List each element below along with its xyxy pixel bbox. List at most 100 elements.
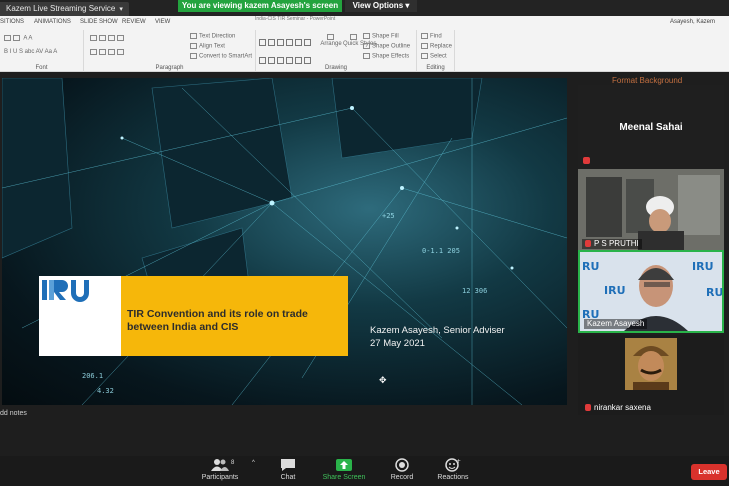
find-label: Find — [430, 33, 442, 40]
meeting-top-bar: Kazem Live Streaming Service ▾ You are vi… — [0, 0, 729, 16]
view-options-label: View Options — [352, 1, 404, 10]
svg-text:RU: RU — [706, 286, 722, 299]
iru-logo — [42, 280, 89, 302]
replace-label: Replace — [430, 43, 453, 50]
meeting-toolbar: Participants 8 ^ Chat Share Screen Recor… — [0, 456, 729, 486]
convert-smartart-button[interactable]: Convert to SmartArt — [190, 53, 252, 60]
ribbon-tab-review[interactable]: REVIEW — [122, 19, 146, 25]
share-screen-button[interactable]: Share Screen — [314, 458, 374, 481]
leave-button[interactable]: Leave — [691, 464, 727, 480]
participants-button[interactable]: Participants — [190, 458, 250, 481]
shapes-gallery[interactable] — [258, 34, 318, 82]
svg-text:4.32: 4.32 — [97, 387, 114, 395]
window-tab[interactable]: Kazem Live Streaming Service ▾ — [0, 2, 129, 16]
reactions-button[interactable]: + Reactions — [423, 458, 483, 481]
chevron-up-icon[interactable]: ^ — [252, 460, 255, 466]
shared-screen-area: Format Background 0-1.1 205 12 306 206.1… — [0, 72, 729, 456]
font-style-buttons[interactable]: B I U S abc AV Aa A — [4, 49, 57, 55]
participants-label: Participants — [201, 474, 239, 481]
ribbon-tab-slideshow[interactable]: SLIDE SHOW — [80, 19, 118, 25]
view-options-button[interactable]: View Options ▾ — [345, 0, 417, 12]
participant-name: P S PRUTHI — [594, 239, 639, 248]
participant-label: nirankar saxena — [582, 403, 654, 413]
svg-text:+25: +25 — [382, 212, 395, 220]
participant-label: Kazem Asayesh — [584, 319, 648, 329]
svg-text:IRU: IRU — [604, 284, 626, 297]
text-direction-button[interactable]: Text Direction — [190, 33, 235, 40]
font-size-box[interactable]: A A — [4, 35, 32, 42]
ribbon-group-font-label: Font — [35, 65, 48, 71]
presenter-info: Kazem Asayesh, Senior Adviser 27 May 202… — [370, 324, 505, 350]
svg-text:+: + — [456, 458, 461, 465]
participant-name: nirankar saxena — [594, 403, 651, 412]
muted-mic-icon — [583, 157, 590, 164]
iru-logo-box — [39, 276, 121, 356]
participant-count: 8 — [231, 460, 235, 466]
ribbon-group-editing: Find Replace Select Editing — [417, 30, 455, 72]
participants-icon — [190, 458, 250, 472]
align-text-label: Align Text — [199, 43, 225, 50]
ribbon-tab-animations[interactable]: ANIMATIONS — [34, 19, 71, 25]
share-screen-icon — [314, 458, 374, 472]
ribbon-group-editing-label: Editing — [426, 65, 445, 71]
ribbon-user-name: Asayesh, Kazem — [669, 19, 715, 25]
reactions-label: Reactions — [437, 474, 469, 481]
ribbon-group-paragraph-label: Paragraph — [155, 65, 184, 71]
presentation-slide: 0-1.1 205 12 306 206.1 4.32 +25 TIR Conv… — [2, 78, 567, 405]
arrange-label: Arrange — [320, 40, 342, 47]
arrange-button[interactable]: Arrange — [320, 34, 342, 47]
svg-text:RU: RU — [582, 260, 599, 273]
chat-icon — [258, 458, 318, 472]
chat-button[interactable]: Chat — [258, 458, 318, 481]
slide-title-box: TIR Convention and its role on trade bet… — [121, 276, 348, 356]
svg-text:206.1: 206.1 — [82, 372, 103, 380]
ribbon-group-paragraph: Text Direction Align Text Convert to Sma… — [84, 30, 256, 72]
ribbon-group-font: A A B I U S abc AV Aa A Font — [0, 30, 84, 72]
find-button[interactable]: Find — [421, 33, 442, 40]
quick-styles-button[interactable]: Quick Styles — [343, 34, 376, 47]
participant-tile[interactable]: P S PRUTHI — [578, 169, 724, 251]
participant-tile[interactable]: nirankar saxena — [578, 335, 724, 415]
presenter-name: Kazem Asayesh, Senior Adviser — [370, 325, 505, 336]
muted-mic-icon — [585, 404, 591, 411]
participant-avatar — [625, 338, 677, 390]
participant-name: Meenal Sahai — [619, 122, 683, 133]
shape-outline-button[interactable]: Shape Outline — [363, 43, 410, 50]
reactions-icon: + — [423, 458, 483, 472]
muted-mic-icon — [585, 240, 591, 247]
participant-tile[interactable]: Meenal Sahai — [578, 85, 724, 167]
mouse-cursor-icon: ✥ — [379, 375, 387, 385]
select-label: Select — [430, 53, 447, 60]
presentation-date: 27 May 2021 — [370, 338, 425, 349]
svg-text:0-1.1 205: 0-1.1 205 — [422, 247, 460, 255]
svg-text:12 306: 12 306 — [462, 287, 487, 295]
ribbon-tab-view[interactable]: VIEW — [155, 19, 170, 25]
chevron-down-icon[interactable]: ▾ — [119, 6, 123, 13]
slide-title-line2: between India and CIS — [127, 321, 239, 333]
share-screen-label: Share Screen — [322, 474, 366, 481]
window-tab-label: Kazem Live Streaming Service — [6, 4, 116, 13]
slide-title-line1: TIR Convention and its role on trade — [127, 308, 308, 320]
shape-effects-button[interactable]: Shape Effects — [363, 53, 409, 60]
chat-label: Chat — [280, 474, 296, 481]
avatar-image — [625, 338, 677, 390]
svg-text:IRU: IRU — [692, 260, 714, 273]
convert-smartart-label: Convert to SmartArt — [199, 53, 253, 60]
viewing-screen-banner: You are viewing kazem Asayesh's screen — [178, 0, 342, 12]
shape-fill-button[interactable]: Shape Fill — [363, 33, 399, 40]
align-text-button[interactable]: Align Text — [190, 43, 225, 50]
record-label: Record — [390, 474, 414, 481]
list-buttons[interactable] — [90, 35, 126, 42]
select-button[interactable]: Select — [421, 53, 447, 60]
align-buttons[interactable] — [90, 49, 126, 56]
text-direction-label: Text Direction — [199, 33, 236, 40]
participant-tile-active-speaker[interactable]: RU IRU RU RU IRU Kazem Asayesh — [578, 250, 724, 333]
shape-outline-label: Shape Outline — [372, 43, 411, 50]
ribbon-tab-transitions[interactable]: SITIONS — [0, 19, 24, 25]
file-title: India-CIS TIR Seminar - PowerPoint — [255, 16, 336, 22]
participant-label: P S PRUTHI — [582, 239, 642, 249]
replace-button[interactable]: Replace — [421, 43, 452, 50]
participant-name: Kazem Asayesh — [587, 319, 645, 328]
add-notes-area[interactable]: dd notes — [0, 410, 27, 417]
format-background-pane-title: Format Background — [612, 76, 683, 85]
